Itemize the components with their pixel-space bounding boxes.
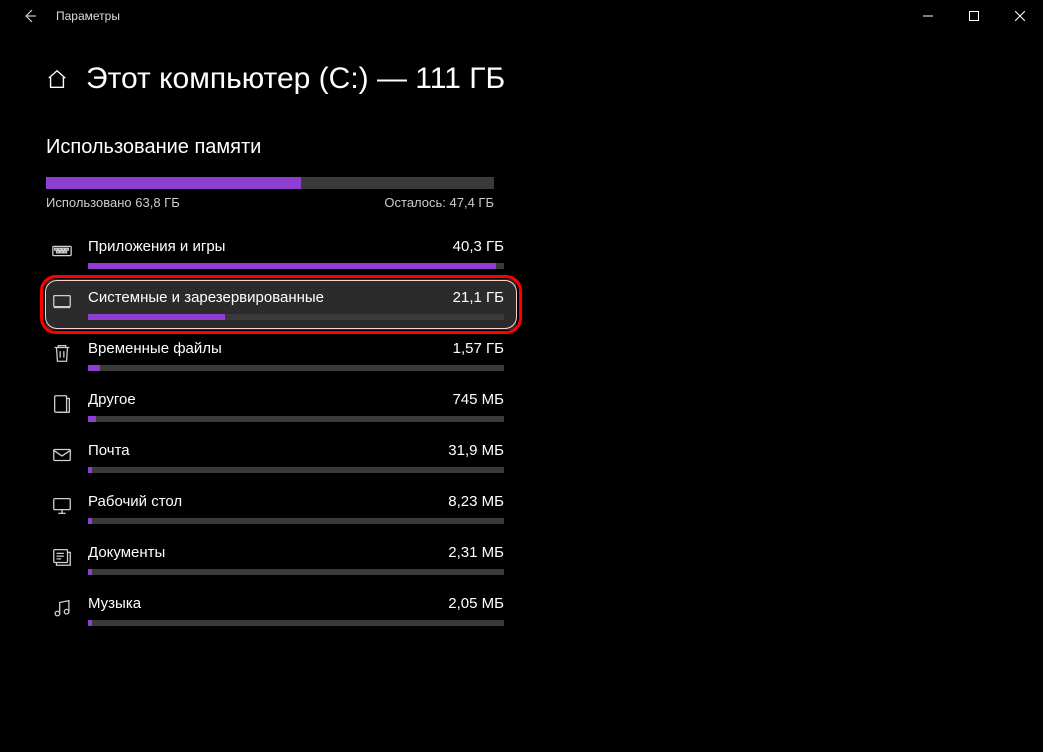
category-size: 745 МБ bbox=[452, 391, 504, 408]
category-item[interactable]: Почта 31,9 МБ bbox=[46, 432, 516, 483]
back-button[interactable] bbox=[10, 0, 50, 32]
category-name: Временные файлы bbox=[88, 340, 222, 357]
category-size: 40,3 ГБ bbox=[453, 238, 504, 255]
minimize-button[interactable] bbox=[905, 0, 951, 32]
mail-icon bbox=[50, 444, 74, 468]
used-label: Использовано 63,8 ГБ bbox=[46, 195, 180, 210]
category-item[interactable]: Документы 2,31 МБ bbox=[46, 534, 516, 585]
close-button[interactable] bbox=[997, 0, 1043, 32]
desktop-icon bbox=[50, 495, 74, 519]
category-fill bbox=[88, 416, 96, 422]
category-fill bbox=[88, 314, 225, 320]
category-size: 2,05 МБ bbox=[448, 595, 504, 612]
maximize-button[interactable] bbox=[951, 0, 997, 32]
category-item[interactable]: Музыка 2,05 МБ bbox=[46, 585, 516, 636]
category-size: 1,57 ГБ bbox=[453, 340, 504, 357]
music-icon bbox=[50, 597, 74, 621]
category-fill bbox=[88, 365, 100, 371]
category-size: 21,1 ГБ bbox=[453, 289, 504, 306]
category-name: Системные и зарезервированные bbox=[88, 289, 324, 306]
category-fill bbox=[88, 620, 92, 626]
category-list: Приложения и игры 40,3 ГБ Системные и заре… bbox=[46, 228, 516, 636]
category-item[interactable]: Приложения и игры 40,3 ГБ bbox=[46, 228, 516, 279]
category-name: Документы bbox=[88, 544, 165, 561]
trash-icon bbox=[50, 342, 74, 366]
document-icon bbox=[50, 546, 74, 570]
category-bar bbox=[88, 569, 504, 575]
category-name: Другое bbox=[88, 391, 136, 408]
category-bar bbox=[88, 467, 504, 473]
category-fill bbox=[88, 518, 92, 524]
titlebar: Параметры bbox=[0, 0, 1043, 32]
free-label: Осталось: 47,4 ГБ bbox=[384, 195, 494, 210]
overall-usage-bar bbox=[46, 177, 494, 189]
page-title: Этот компьютер (C:) — 111 ГБ bbox=[86, 62, 505, 96]
category-bar bbox=[88, 365, 504, 371]
category-bar bbox=[88, 620, 504, 626]
category-bar bbox=[88, 263, 504, 269]
category-item[interactable]: Временные файлы 1,57 ГБ bbox=[46, 330, 516, 381]
category-name: Почта bbox=[88, 442, 130, 459]
category-item[interactable]: Системные и зарезервированные 21,1 ГБ bbox=[46, 279, 516, 330]
category-size: 31,9 МБ bbox=[448, 442, 504, 459]
category-name: Приложения и игры bbox=[88, 238, 225, 255]
window-controls bbox=[905, 0, 1043, 32]
system-icon bbox=[50, 291, 74, 315]
content: Этот компьютер (C:) — 111 ГБ Использован… bbox=[0, 32, 1043, 636]
category-bar bbox=[88, 314, 504, 320]
overall-usage-labels: Использовано 63,8 ГБ Осталось: 47,4 ГБ bbox=[46, 195, 494, 210]
overall-usage-fill bbox=[46, 177, 301, 189]
category-name: Рабочий стол bbox=[88, 493, 182, 510]
category-size: 2,31 МБ bbox=[448, 544, 504, 561]
category-item[interactable]: Другое 745 МБ bbox=[46, 381, 516, 432]
apps-icon bbox=[50, 240, 74, 264]
home-icon[interactable] bbox=[46, 68, 68, 90]
category-size: 8,23 МБ bbox=[448, 493, 504, 510]
window-title: Параметры bbox=[50, 9, 120, 23]
category-name: Музыка bbox=[88, 595, 141, 612]
category-fill bbox=[88, 569, 92, 575]
category-fill bbox=[88, 467, 92, 473]
category-bar bbox=[88, 416, 504, 422]
other-icon bbox=[50, 393, 74, 417]
category-fill bbox=[88, 263, 496, 269]
category-item[interactable]: Рабочий стол 8,23 МБ bbox=[46, 483, 516, 534]
section-title: Использование памяти bbox=[46, 136, 997, 159]
header: Этот компьютер (C:) — 111 ГБ bbox=[46, 62, 997, 96]
category-bar bbox=[88, 518, 504, 524]
